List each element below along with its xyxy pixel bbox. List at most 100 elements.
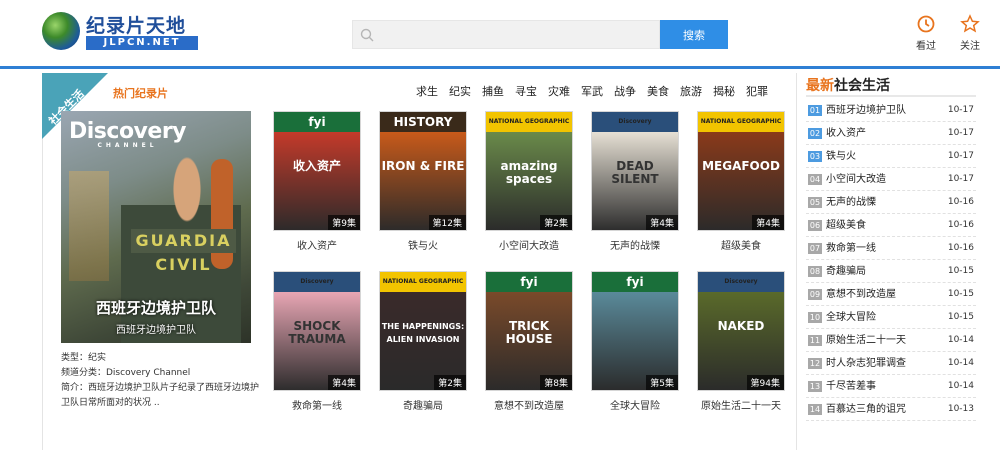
discovery-logo-text: Discovery [69, 119, 187, 144]
poster-image[interactable]: fyi TRICK HOUSE 第8集 [485, 271, 573, 391]
poster-image[interactable]: fyi 第5集 [591, 271, 679, 391]
poster-card[interactable]: fyi TRICK HOUSE 第8集意想不到改造屋 [485, 271, 573, 412]
poster-image[interactable]: fyi 收入资产 第9集 [273, 111, 361, 231]
poster-image[interactable]: NATIONAL GEOGRAPHIC THE HAPPENINGS: ALIEN… [379, 271, 467, 391]
feature-title-big: 西班牙边境护卫队 [95, 299, 216, 317]
hot-documentaries-title[interactable]: 热门纪录片 [113, 85, 168, 101]
list-item-title[interactable]: 百慕达三角的诅咒 [826, 398, 906, 421]
poster-title[interactable]: 原始生活二十一天 [697, 397, 785, 412]
category-link[interactable]: 美食 [647, 83, 669, 99]
poster-title[interactable]: 铁与火 [379, 237, 467, 252]
poster-image[interactable]: Discovery NAKED 第94集 [697, 271, 785, 391]
logo-subtitle: JLPCN.NET [86, 36, 198, 50]
poster-title[interactable]: 意想不到改造屋 [485, 397, 573, 412]
list-item-date: 10-16 [947, 197, 974, 207]
list-item-date: 10-17 [947, 151, 974, 161]
poster-image[interactable]: Discovery DEAD SILENT 第4集 [591, 111, 679, 231]
poster-card[interactable]: fyi 第5集全球大冒险 [591, 271, 679, 412]
list-item[interactable]: 11 原始生活二十一天 10-14 [806, 329, 976, 352]
history-button[interactable]: 看过 [908, 14, 944, 52]
list-item-title[interactable]: 全球大冒险 [826, 306, 876, 329]
poster-brand: Discovery [274, 272, 360, 292]
list-item-title[interactable]: 超级美食 [826, 214, 866, 237]
poster-image[interactable]: NATIONAL GEOGRAPHIC MEGAFOOD 第4集 [697, 111, 785, 231]
list-item-date: 10-17 [947, 105, 974, 115]
episode-badge: 第4集 [752, 215, 784, 230]
category-link[interactable]: 寻宝 [515, 83, 537, 99]
list-item[interactable]: 03 铁与火 10-17 [806, 145, 976, 168]
poster-card[interactable]: NATIONAL GEOGRAPHIC THE HAPPENINGS: ALIEN… [379, 271, 467, 412]
poster-card[interactable]: Discovery DEAD SILENT 第4集无声的战慄 [591, 111, 679, 252]
list-item[interactable]: 01 西班牙边境护卫队 10-17 [806, 99, 976, 122]
search-button[interactable]: 搜索 [660, 20, 728, 49]
list-item-date: 10-14 [947, 381, 974, 391]
category-link[interactable]: 军武 [581, 83, 603, 99]
list-item[interactable]: 08 奇趣骗局 10-15 [806, 260, 976, 283]
list-item[interactable]: 04 小空间大改造 10-17 [806, 168, 976, 191]
follow-button[interactable]: 关注 [952, 14, 988, 52]
list-item-title[interactable]: 原始生活二十一天 [826, 329, 906, 352]
list-item[interactable]: 05 无声的战慄 10-16 [806, 191, 976, 214]
list-item-date: 10-15 [947, 312, 974, 322]
list-item-title[interactable]: 时人杂志犯罪调查 [826, 352, 906, 375]
poster-card[interactable]: Discovery NAKED 第94集原始生活二十一天 [697, 271, 785, 412]
poster-title[interactable]: 救命第一线 [273, 397, 361, 412]
poster-image[interactable]: HISTORY IRON & FIRE 第12集 [379, 111, 467, 231]
list-item-title[interactable]: 救命第一线 [826, 237, 876, 260]
episode-badge: 第2集 [434, 375, 466, 390]
category-link[interactable]: 求生 [416, 83, 438, 99]
category-link[interactable]: 旅游 [680, 83, 702, 99]
list-item[interactable]: 09 意想不到改造屋 10-15 [806, 283, 976, 306]
poster-image[interactable]: NATIONAL GEOGRAPHIC amazing spaces 第2集 [485, 111, 573, 231]
list-item-title[interactable]: 收入资产 [826, 122, 866, 145]
category-link[interactable]: 犯罪 [746, 83, 768, 99]
poster-card[interactable]: fyi 收入资产 第9集收入资产 [273, 111, 361, 252]
list-item-title[interactable]: 铁与火 [826, 145, 856, 168]
list-item[interactable]: 13 千尽苦差事 10-14 [806, 375, 976, 398]
poster-title[interactable]: 全球大冒险 [591, 397, 679, 412]
list-item[interactable]: 07 救命第一线 10-16 [806, 237, 976, 260]
list-item-title[interactable]: 西班牙边境护卫队 [826, 99, 906, 122]
list-item[interactable]: 06 超级美食 10-16 [806, 214, 976, 237]
category-link[interactable]: 战争 [614, 83, 636, 99]
category-link[interactable]: 纪实 [449, 83, 471, 99]
list-item-title[interactable]: 小空间大改造 [826, 168, 886, 191]
poster-title[interactable]: 收入资产 [273, 237, 361, 252]
list-item[interactable]: 14 百慕达三角的诅咒 10-13 [806, 398, 976, 421]
poster-label: amazing spaces [500, 159, 558, 186]
poster-title[interactable]: 小空间大改造 [485, 237, 573, 252]
category-link[interactable]: 灾难 [548, 83, 570, 99]
poster-card[interactable]: Discovery SHOCK TRAUMA 第4集救命第一线 [273, 271, 361, 412]
poster-title[interactable]: 无声的战慄 [591, 237, 679, 252]
search-box [352, 20, 660, 49]
rank-badge: 02 [808, 128, 822, 139]
list-item-title[interactable]: 无声的战慄 [826, 191, 876, 214]
list-item[interactable]: 10 全球大冒险 10-15 [806, 306, 976, 329]
list-item-title[interactable]: 意想不到改造屋 [826, 283, 896, 306]
poster-brand: fyi [486, 272, 572, 292]
poster-image[interactable]: Discovery SHOCK TRAUMA 第4集 [273, 271, 361, 391]
list-item[interactable]: 12 时人杂志犯罪调查 10-14 [806, 352, 976, 375]
list-item-title[interactable]: 千尽苦差事 [826, 375, 876, 398]
poster-title[interactable]: 奇趣骗局 [379, 397, 467, 412]
rank-badge: 06 [808, 220, 822, 231]
discovery-logo: Discovery CHANNEL [69, 119, 187, 149]
featured-poster[interactable]: GUARDIA CIVIL Discovery CHANNEL 西班牙边境护卫队… [61, 111, 251, 343]
poster-card[interactable]: NATIONAL GEOGRAPHIC MEGAFOOD 第4集 超级美食 [697, 111, 785, 252]
site-logo[interactable]: 纪录片天地 JLPCN.NET [40, 10, 200, 52]
rank-badge: 01 [808, 105, 822, 116]
list-item-title[interactable]: 奇趣骗局 [826, 260, 866, 283]
poster-brand: HISTORY [380, 112, 466, 132]
history-label: 看过 [916, 41, 936, 52]
poster-card[interactable]: HISTORY IRON & FIRE 第12集铁与火 [379, 111, 467, 252]
poster-label: MEGAFOOD [702, 159, 780, 173]
rank-badge: 12 [808, 358, 822, 369]
poster-card[interactable]: NATIONAL GEOGRAPHIC amazing spaces 第2集小空间大… [485, 111, 573, 252]
poster-title[interactable]: 超级美食 [697, 237, 785, 252]
feature-vest-text: GUARDIA CIVIL [131, 229, 236, 274]
category-link[interactable]: 揭秘 [713, 83, 735, 99]
category-link[interactable]: 捕鱼 [482, 83, 504, 99]
search-input[interactable] [381, 23, 657, 46]
feature-type: 类型：纪实 [61, 353, 107, 363]
list-item[interactable]: 02 收入资产 10-17 [806, 122, 976, 145]
